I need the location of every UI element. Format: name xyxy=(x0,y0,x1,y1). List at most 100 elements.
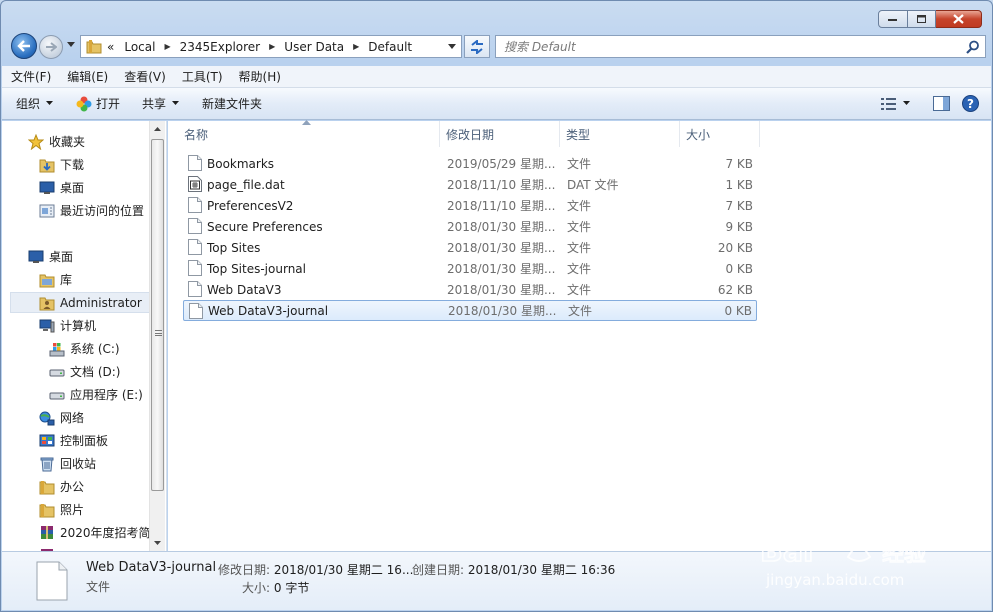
drive-icon xyxy=(49,392,65,399)
menu-view[interactable]: 查看(V) xyxy=(124,68,166,85)
menu-help[interactable]: 帮助(H) xyxy=(239,68,281,85)
file-row[interactable]: Top Sites 2018/01/30 星期... 文件 20 KB xyxy=(183,237,757,258)
breadcrumb-local[interactable]: Local xyxy=(122,40,157,54)
file-row[interactable]: PreferencesV2 2018/11/10 星期... 文件 7 KB xyxy=(183,195,757,216)
file-type: 文件 xyxy=(567,283,592,297)
scroll-down-button[interactable] xyxy=(150,535,165,551)
drive-icon xyxy=(49,369,65,376)
file-row[interactable]: Secure Preferences 2018/01/30 星期... 文件 9 KB xyxy=(183,216,757,237)
back-button[interactable] xyxy=(11,33,37,59)
menu-tools[interactable]: 工具(T) xyxy=(182,68,223,85)
details-size: 大小: 0 字节 xyxy=(242,579,309,596)
svg-text:?: ? xyxy=(967,97,974,111)
open-label: 打开 xyxy=(96,97,121,111)
file-row[interactable]: Bookmarks 2019/05/29 星期... 文件 7 KB xyxy=(183,153,757,174)
file-row[interactable]: Web DataV3 2018/01/30 星期... 文件 62 KB xyxy=(183,279,757,300)
file-icon xyxy=(36,561,68,601)
column-header-date[interactable]: 修改日期 xyxy=(440,121,560,147)
new-folder-button[interactable]: 新建文件夹 xyxy=(202,95,262,112)
folder-icon xyxy=(39,480,55,494)
breadcrumb-user-data[interactable]: User Data xyxy=(282,40,346,54)
nav-folder-photos[interactable]: 照片 xyxy=(39,499,166,520)
nav-favorites[interactable]: 收藏夹 xyxy=(28,131,166,152)
scroll-up-button[interactable] xyxy=(150,121,165,137)
preview-pane-icon[interactable] xyxy=(933,96,950,111)
search-icon[interactable] xyxy=(966,40,980,54)
arrow-left-icon xyxy=(17,40,30,52)
address-bar[interactable]: « Local ▶ 2345Explorer ▶ User Data ▶ Def… xyxy=(80,35,462,58)
nav-pane-scrollbar[interactable] xyxy=(149,121,165,551)
details-modified-value: 2018/01/30 星期二 16... xyxy=(273,563,414,577)
view-dropdown-icon[interactable] xyxy=(903,101,911,106)
organize-button[interactable]: 组织 xyxy=(16,95,54,112)
breadcrumb-separator-icon[interactable]: ▶ xyxy=(157,42,177,51)
recent-pages-dropdown-icon[interactable] xyxy=(67,42,76,48)
minimize-button[interactable] xyxy=(878,10,908,28)
file-row[interactable]: page_file.dat 2018/11/10 星期... DAT 文件 1 KB xyxy=(183,174,757,195)
search-input[interactable] xyxy=(496,36,985,57)
address-overflow[interactable]: « xyxy=(105,40,116,54)
open-button[interactable]: 打开 xyxy=(76,95,120,112)
nav-libraries[interactable]: 库 xyxy=(39,269,166,290)
nav-folder-office[interactable]: 办公 xyxy=(39,476,166,497)
menu-edit[interactable]: 编辑(E) xyxy=(67,68,108,85)
breadcrumb-2345explorer[interactable]: 2345Explorer xyxy=(178,40,263,54)
nav-archive-file[interactable]: 2020年度招考简 xyxy=(39,522,166,543)
computer-icon xyxy=(39,319,55,332)
breadcrumb-separator-icon[interactable]: ▶ xyxy=(262,42,282,51)
chevron-down-icon xyxy=(154,541,161,545)
menu-file[interactable]: 文件(F) xyxy=(11,68,51,85)
scrollbar-thumb[interactable] xyxy=(151,139,164,491)
nav-control-panel[interactable]: 控制面板 xyxy=(39,430,166,451)
nav-network[interactable]: 网络 xyxy=(39,407,166,428)
chevron-up-icon xyxy=(154,127,161,131)
file-row[interactable]: Web DataV3-journal 2018/01/30 星期... 文件 0 KB xyxy=(183,300,757,321)
file-date: 2018/11/10 星期... xyxy=(447,199,556,213)
navigation-pane: 收藏夹 下载 桌面 最近访问的位置 桌面 库 Administrator 计算机… xyxy=(2,121,167,551)
column-header-type[interactable]: 类型 xyxy=(560,121,680,147)
file-size: 7 KB xyxy=(725,156,753,171)
close-button[interactable] xyxy=(936,10,982,28)
nav-downloads[interactable]: 下载 xyxy=(39,154,166,175)
file-type: DAT 文件 xyxy=(567,178,619,192)
address-history-dropdown-icon[interactable] xyxy=(448,44,457,50)
column-header-name[interactable]: 名称 xyxy=(178,121,440,147)
command-bar: 组织 打开 共享 新建文件夹 ? xyxy=(2,88,991,120)
nav-computer[interactable]: 计算机 xyxy=(39,315,166,336)
help-icon[interactable]: ? xyxy=(962,95,979,112)
organize-label: 组织 xyxy=(16,97,41,111)
control-panel-icon xyxy=(39,434,55,446)
breadcrumb-default[interactable]: Default xyxy=(366,40,414,54)
column-header-size[interactable]: 大小 xyxy=(680,121,760,147)
file-type: 文件 xyxy=(567,220,592,234)
explorer-window: « Local ▶ 2345Explorer ▶ User Data ▶ Def… xyxy=(0,0,993,612)
maximize-button[interactable] xyxy=(908,10,936,28)
minimize-icon xyxy=(888,19,897,21)
nav-recent-places[interactable]: 最近访问的位置 xyxy=(39,200,166,221)
refresh-button[interactable] xyxy=(464,35,490,58)
share-button[interactable]: 共享 xyxy=(142,95,180,112)
file-icon xyxy=(188,260,202,279)
menu-bar: 文件(F) 编辑(E) 查看(V) 工具(T) 帮助(H) xyxy=(2,66,991,88)
file-type: 文件 xyxy=(567,262,592,276)
file-date: 2018/11/10 星期... xyxy=(447,178,556,192)
nav-desktop[interactable]: 桌面 xyxy=(28,246,166,267)
navigation-bar: « Local ▶ 2345Explorer ▶ User Data ▶ Def… xyxy=(9,33,986,60)
nav-administrator[interactable]: Administrator xyxy=(10,292,150,313)
details-file-type: 文件 xyxy=(86,580,111,594)
star-icon xyxy=(28,133,44,150)
breadcrumb-separator-icon[interactable]: ▶ xyxy=(346,42,366,51)
details-created: 创建日期: 2018/01/30 星期二 16:36 xyxy=(412,561,615,578)
view-options-icon[interactable] xyxy=(881,97,897,111)
refresh-icon xyxy=(471,39,483,54)
nav-desktop-favorite[interactable]: 桌面 xyxy=(39,177,166,198)
share-label: 共享 xyxy=(142,97,167,111)
nav-recycle-bin[interactable]: 回收站 xyxy=(39,453,166,474)
file-size: 0 KB xyxy=(724,303,752,318)
file-name: Bookmarks xyxy=(207,156,275,171)
file-row[interactable]: Top Sites-journal 2018/01/30 星期... 文件 0 KB xyxy=(183,258,757,279)
file-icon xyxy=(188,218,202,237)
details-modified: 修改日期: 2018/01/30 星期二 16... xyxy=(218,561,413,578)
details-file-name: Web DataV3-journal xyxy=(86,560,217,575)
forward-button[interactable] xyxy=(39,35,63,59)
